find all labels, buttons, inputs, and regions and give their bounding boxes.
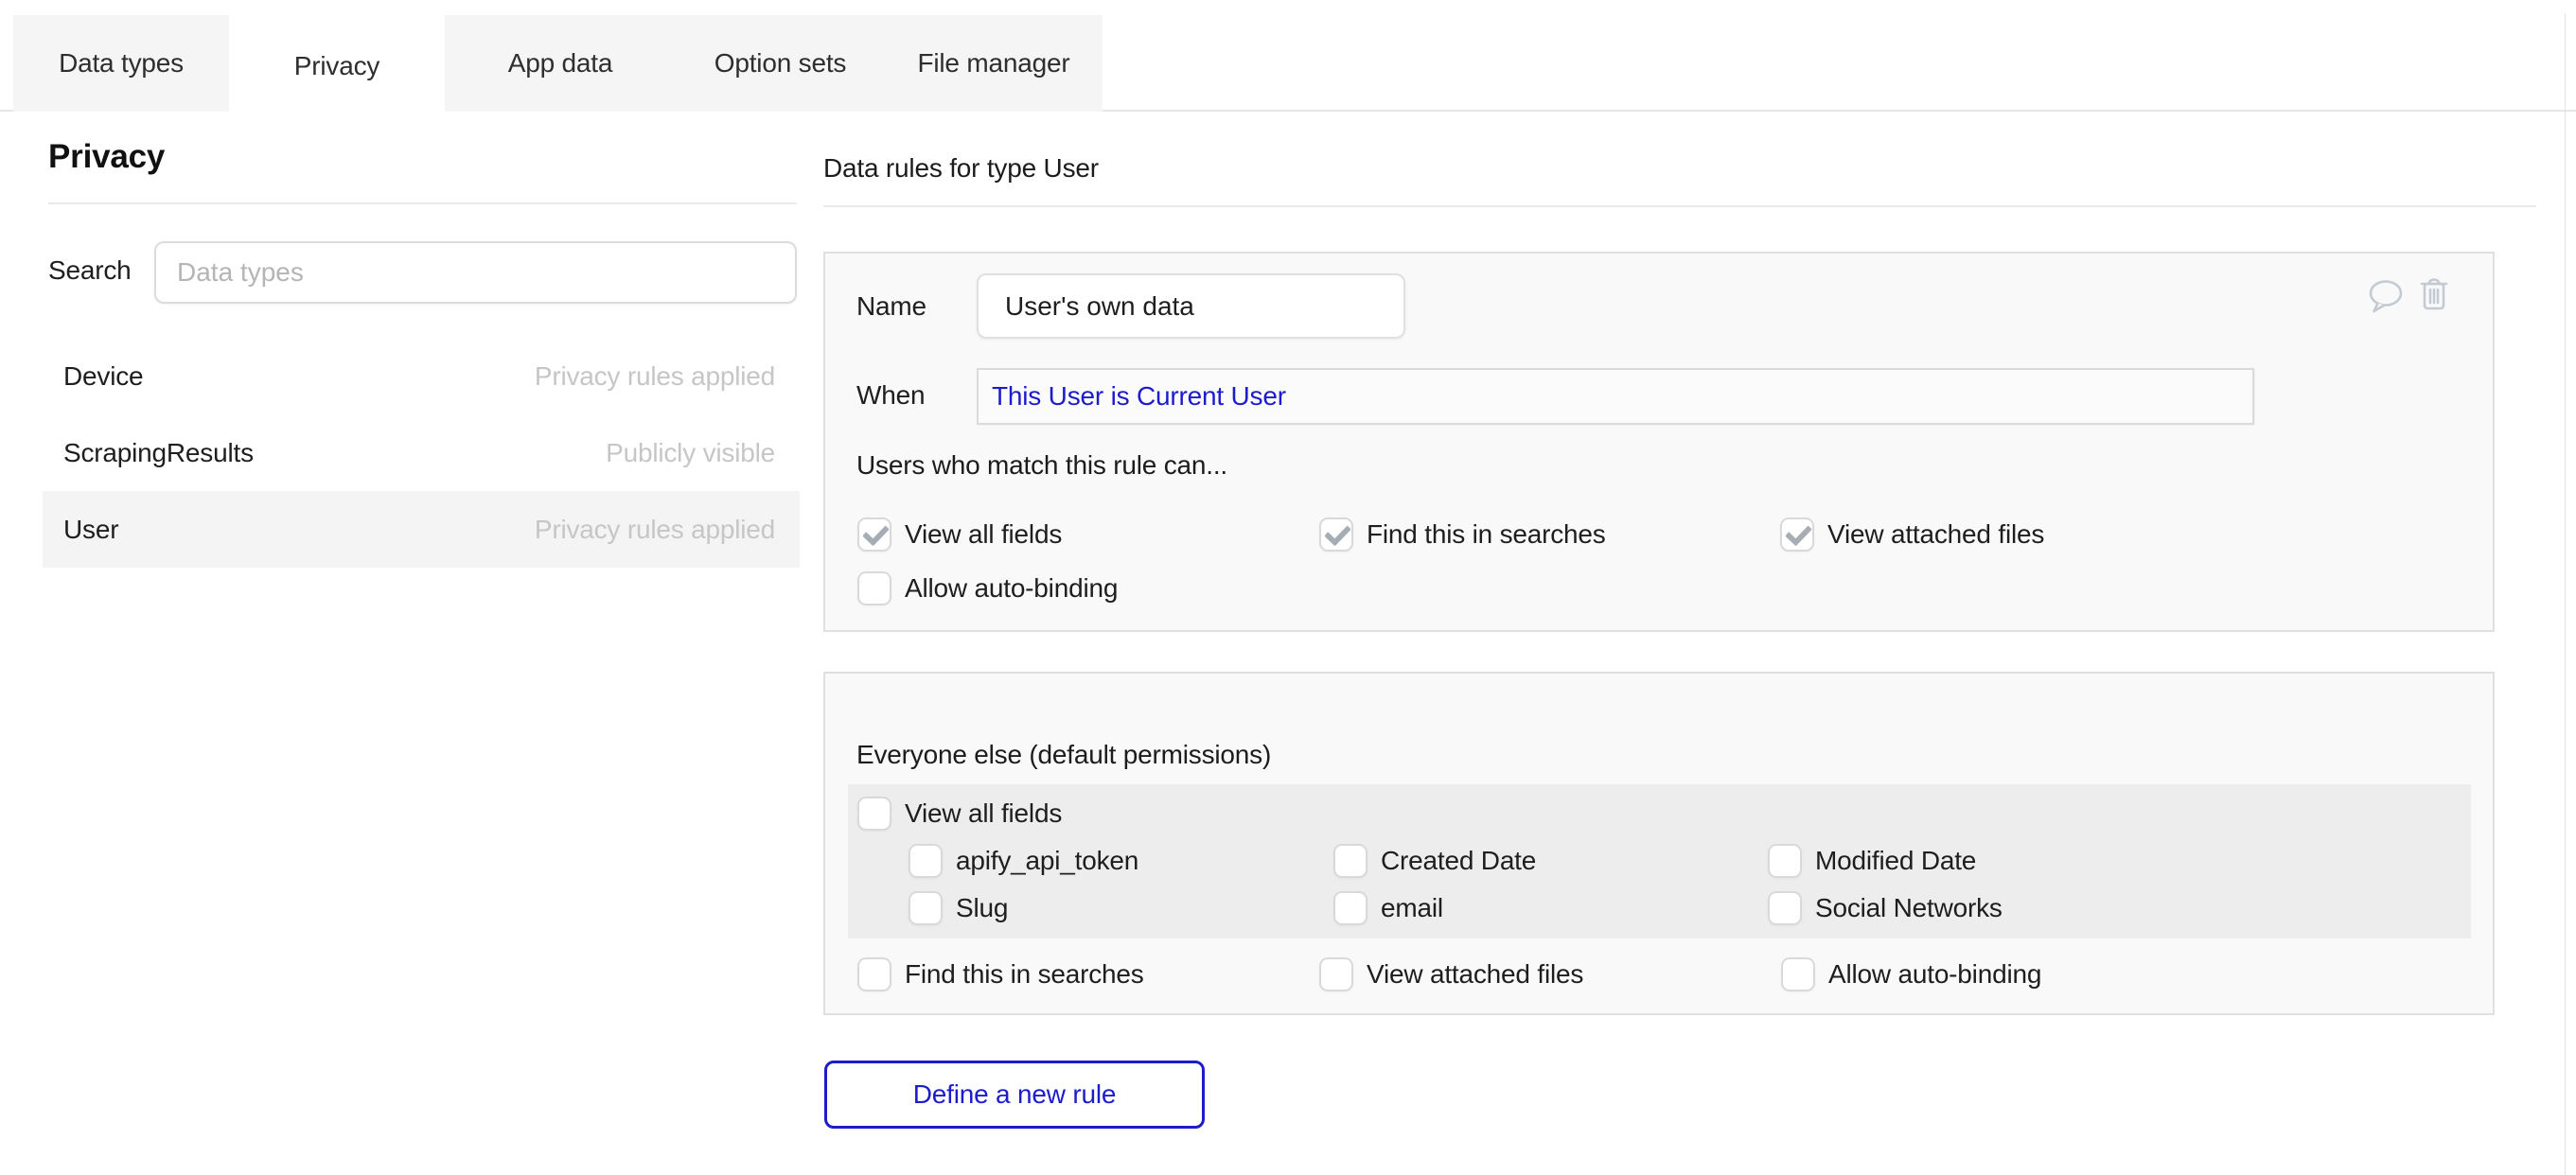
checkbox[interactable] (857, 571, 891, 605)
data-rules-header: Data rules for type User (823, 153, 1099, 184)
checkbox-label: Find this in searches (1367, 519, 1606, 550)
checkbox[interactable] (909, 844, 943, 878)
default-allow-auto-binding: Allow auto-binding (1781, 957, 2041, 991)
perm-allow-auto-binding: Allow auto-binding (857, 571, 1118, 605)
default-find-in-searches: Find this in searches (857, 957, 1144, 991)
when-label: When (856, 380, 925, 411)
type-name: User (63, 515, 118, 545)
field-email: email (1333, 891, 1443, 925)
when-condition-box[interactable]: This User is Current User (977, 368, 2254, 425)
checkbox-label: View all fields (905, 798, 1062, 829)
checkbox-label: View all fields (905, 519, 1062, 550)
tab-file-manager[interactable]: File manager (885, 15, 1103, 112)
privacy-settings-page: Data types Privacy App data Option sets … (0, 0, 2576, 1175)
type-status: Publicly visible (606, 438, 775, 468)
content-right-edge (2565, 13, 2566, 1175)
tab-option-sets[interactable]: Option sets (676, 15, 885, 112)
type-status: Privacy rules applied (535, 515, 775, 545)
checkbox[interactable] (1780, 517, 1814, 552)
checkbox-label: View attached files (1367, 959, 1583, 990)
search-label: Search (48, 255, 132, 286)
checkbox[interactable] (857, 517, 891, 552)
checkbox-label: apify_api_token (956, 846, 1138, 876)
define-new-rule-button[interactable]: Define a new rule (824, 1061, 1205, 1129)
name-label: Name (856, 291, 926, 322)
default-permissions-card: Everyone else (default permissions) View… (823, 672, 2495, 1015)
checkbox[interactable] (1319, 957, 1353, 991)
checkbox-label: View attached files (1827, 519, 2044, 550)
sidebar-divider (48, 202, 797, 204)
checkbox-label: email (1381, 893, 1443, 923)
field-apify-api-token: apify_api_token (909, 844, 1138, 878)
checkbox-label: Allow auto-binding (1828, 959, 2041, 990)
checkbox[interactable] (857, 957, 891, 991)
default-card-title: Everyone else (default permissions) (856, 740, 1271, 770)
list-item-device[interactable]: Device Privacy rules applied (43, 338, 800, 414)
rule-subtitle: Users who match this rule can... (856, 450, 1227, 481)
search-input[interactable] (154, 241, 797, 304)
perm-view-attached-files: View attached files (1780, 517, 2044, 552)
checkbox[interactable] (1333, 891, 1367, 925)
perm-find-in-searches: Find this in searches (1319, 517, 1606, 552)
when-condition-text: This User is Current User (992, 381, 1286, 412)
type-name: ScrapingResults (63, 438, 254, 468)
tab-app-data[interactable]: App data (445, 15, 676, 112)
checkbox[interactable] (1768, 891, 1802, 925)
trash-icon[interactable] (2419, 276, 2449, 312)
checkbox[interactable] (1333, 844, 1367, 878)
rule-card: Name When This User is Current User User… (823, 252, 2495, 632)
tab-data-types[interactable]: Data types (13, 15, 229, 112)
field-modified-date: Modified Date (1768, 844, 1976, 878)
default-view-attached-files: View attached files (1319, 957, 1583, 991)
checkbox-label: Slug (956, 893, 1008, 923)
comment-icon[interactable] (2368, 279, 2406, 315)
checkbox[interactable] (1768, 844, 1802, 878)
checkbox[interactable] (1319, 517, 1353, 552)
main-divider (823, 205, 2536, 207)
rule-name-input[interactable] (977, 273, 1405, 339)
tab-privacy[interactable]: Privacy (229, 15, 445, 117)
checkbox[interactable] (1781, 957, 1815, 991)
perm-view-all-fields: View all fields (857, 517, 1062, 552)
default-view-all-fields: View all fields (857, 797, 1062, 831)
type-name: Device (63, 361, 143, 392)
tab-bar: Data types Privacy App data Option sets … (13, 15, 1103, 112)
data-type-list: Device Privacy rules applied ScrapingRes… (43, 338, 800, 568)
checkbox-label: Created Date (1381, 846, 1536, 876)
field-created-date: Created Date (1333, 844, 1536, 878)
checkbox-label: Find this in searches (905, 959, 1144, 990)
list-item-scrapingresults[interactable]: ScrapingResults Publicly visible (43, 414, 800, 491)
field-slug: Slug (909, 891, 1008, 925)
page-title: Privacy (48, 138, 165, 176)
checkbox[interactable] (909, 891, 943, 925)
field-social-networks: Social Networks (1768, 891, 2003, 925)
checkbox-label: Modified Date (1815, 846, 1976, 876)
type-status: Privacy rules applied (535, 361, 775, 392)
checkbox-label: Social Networks (1815, 893, 2003, 923)
checkbox[interactable] (857, 797, 891, 831)
checkbox-label: Allow auto-binding (905, 573, 1118, 604)
list-item-user[interactable]: User Privacy rules applied (43, 491, 800, 568)
